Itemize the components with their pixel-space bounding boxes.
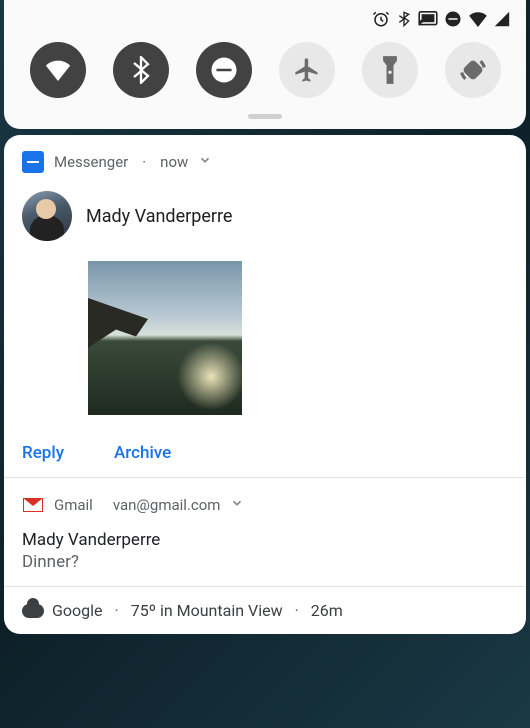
sender-name: Mady Vanderperre <box>86 206 232 227</box>
notification-weather[interactable]: Google 75º in Mountain View 26m <box>4 587 526 634</box>
separator-dot <box>111 601 123 620</box>
wifi-status-icon <box>468 11 488 27</box>
app-name: Google <box>52 601 103 620</box>
flashlight-tile[interactable] <box>362 42 418 98</box>
dnd-status-icon <box>444 10 462 28</box>
quick-settings-panel <box>4 0 526 129</box>
bluetooth-icon <box>396 10 412 28</box>
app-name: Gmail <box>54 496 93 514</box>
bluetooth-tile[interactable] <box>113 42 169 98</box>
airplane-tile[interactable] <box>279 42 335 98</box>
notification-gmail[interactable]: Gmail van@gmail.com Mady Vanderperre Din… <box>4 478 526 586</box>
gmail-app-icon <box>22 494 44 516</box>
notification-actions: Reply Archive <box>22 443 508 463</box>
archive-button[interactable]: Archive <box>114 443 171 463</box>
cellular-icon <box>494 11 510 27</box>
quick-settings-row <box>16 38 514 106</box>
email-sender: Mady Vanderperre <box>22 530 508 550</box>
dnd-tile[interactable] <box>196 42 252 98</box>
message-image-thumbnail[interactable] <box>88 261 242 415</box>
chevron-down-icon[interactable] <box>230 496 244 514</box>
sender-avatar <box>22 191 72 241</box>
notification-time: 26m <box>311 601 343 620</box>
notification-header: Messenger now <box>22 151 508 173</box>
app-name: Messenger <box>54 153 128 171</box>
gmail-account: van@gmail.com <box>113 496 221 514</box>
separator-dot <box>138 153 150 171</box>
reply-button[interactable]: Reply <box>22 443 64 463</box>
notification-header: Gmail van@gmail.com <box>22 494 508 516</box>
cloud-icon <box>22 604 44 618</box>
status-bar <box>16 6 514 38</box>
rotation-tile[interactable] <box>445 42 501 98</box>
weather-row: Google 75º in Mountain View 26m <box>22 601 508 620</box>
chevron-down-icon[interactable] <box>198 153 212 171</box>
separator-dot <box>291 601 303 620</box>
messenger-app-icon <box>22 151 44 173</box>
gmail-body: Mady Vanderperre Dinner? <box>22 530 508 572</box>
weather-summary: 75º in Mountain View <box>131 601 283 620</box>
alarm-icon <box>372 10 390 28</box>
cast-icon <box>418 11 438 27</box>
panel-drag-handle[interactable] <box>248 114 282 119</box>
email-subject: Dinner? <box>22 552 508 572</box>
sender-row: Mady Vanderperre <box>22 191 508 241</box>
wifi-tile[interactable] <box>30 42 86 98</box>
notification-messenger[interactable]: Messenger now Mady Vanderperre Reply Arc… <box>4 135 526 477</box>
notification-panel: Messenger now Mady Vanderperre Reply Arc… <box>4 135 526 634</box>
message-image-wrap <box>88 261 508 415</box>
notification-time: now <box>160 153 188 171</box>
